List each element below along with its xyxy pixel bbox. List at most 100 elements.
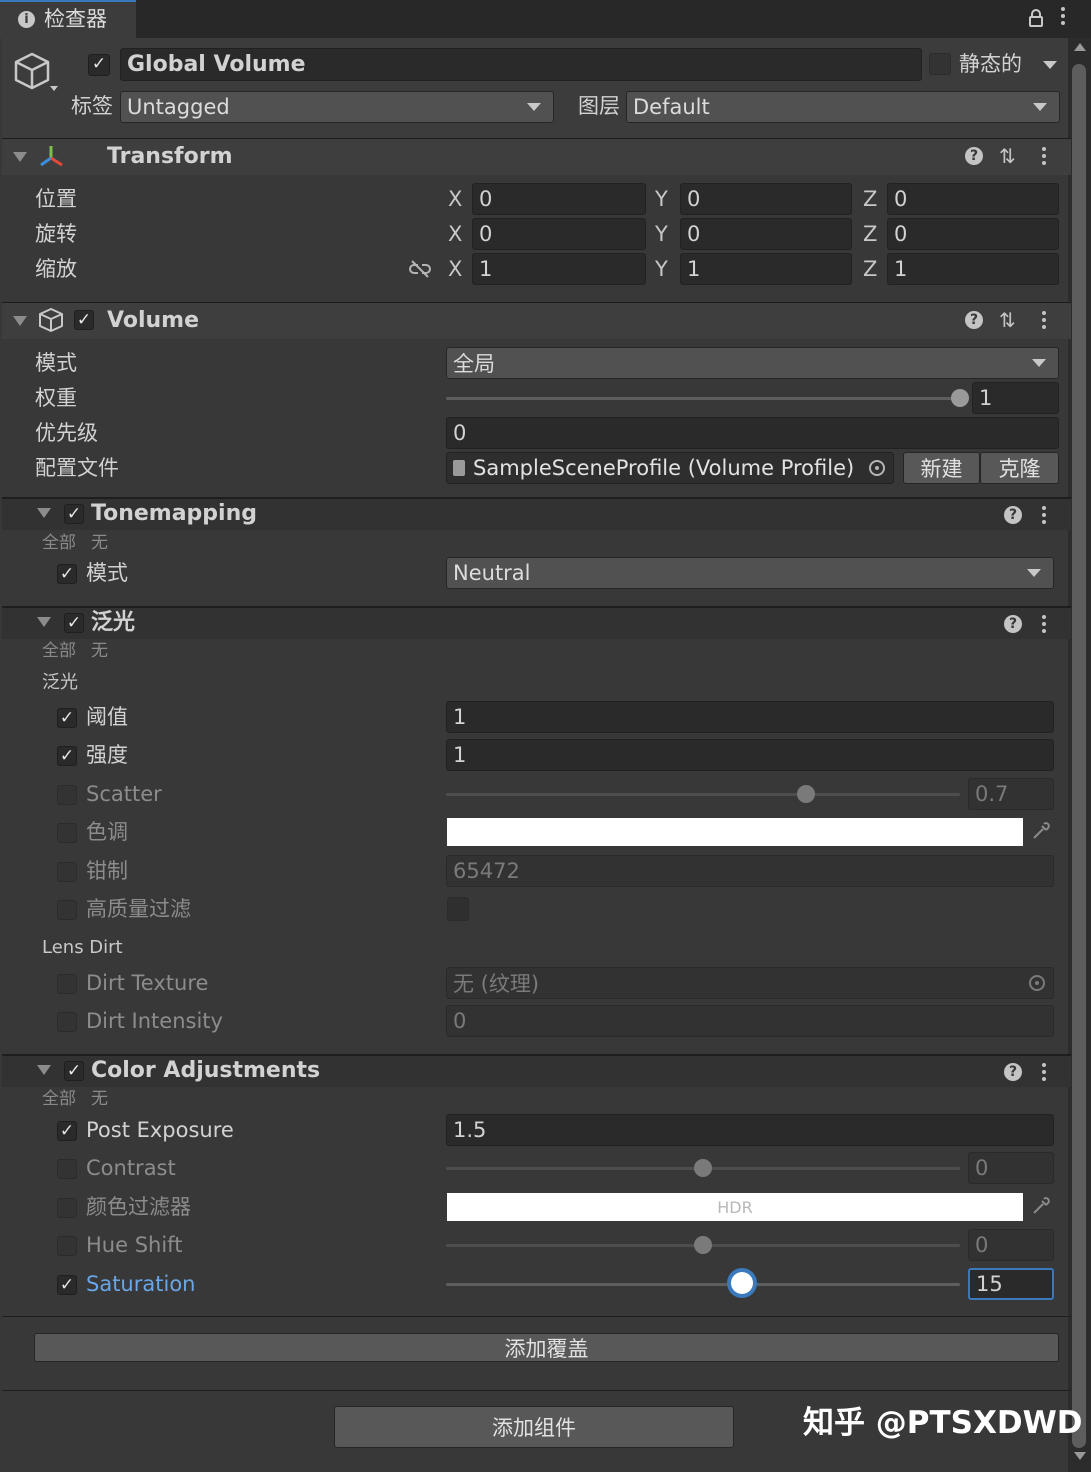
tonemapping-fold-icon[interactable] bbox=[37, 508, 51, 518]
scroll-down-icon[interactable] bbox=[1074, 1452, 1086, 1460]
threshold-field[interactable]: 1 bbox=[446, 701, 1054, 733]
add-override-button[interactable]: 添加覆盖 bbox=[34, 1333, 1059, 1362]
help-icon[interactable]: ? bbox=[965, 147, 983, 165]
static-checkbox[interactable] bbox=[929, 53, 951, 75]
dirt-texture-field[interactable]: 无 (纹理) bbox=[446, 967, 1054, 999]
contrast-slider-knob[interactable] bbox=[694, 1159, 712, 1177]
saturation-checkbox[interactable]: ✓ bbox=[57, 1275, 77, 1295]
color-adjustments-fold-icon[interactable] bbox=[37, 1065, 51, 1075]
volume-mode-dropdown[interactable]: 全局 bbox=[446, 347, 1059, 379]
post-exposure-checkbox[interactable]: ✓ bbox=[57, 1121, 77, 1141]
help-icon[interactable]: ? bbox=[1004, 506, 1022, 524]
override-menu-icon[interactable] bbox=[1042, 615, 1046, 636]
weight-slider-track[interactable] bbox=[446, 397, 960, 400]
object-picker-icon[interactable] bbox=[869, 460, 885, 476]
object-picker-icon[interactable] bbox=[1029, 975, 1045, 991]
tag-dropdown[interactable]: Untagged bbox=[120, 91, 554, 123]
intensity-field[interactable]: 1 bbox=[446, 739, 1054, 771]
volume-enabled-checkbox[interactable]: ✓ bbox=[74, 310, 94, 330]
rotation-z-field[interactable]: 0 bbox=[887, 218, 1059, 250]
profile-field[interactable]: SampleSceneProfile (Volume Profile) bbox=[446, 452, 894, 484]
scatter-checkbox[interactable] bbox=[57, 785, 77, 805]
hue-shift-checkbox[interactable] bbox=[57, 1236, 77, 1256]
static-dropdown-arrow[interactable] bbox=[1043, 61, 1057, 69]
color-filter-swatch[interactable]: HDR bbox=[447, 1193, 1023, 1221]
scale-x-field[interactable]: 1 bbox=[472, 253, 646, 285]
saturation-slider-knob[interactable] bbox=[730, 1272, 753, 1294]
new-profile-button[interactable]: 新建 bbox=[903, 452, 980, 484]
bloom-header[interactable] bbox=[2, 607, 1071, 639]
clamp-field[interactable]: 65472 bbox=[446, 855, 1054, 887]
hue-shift-slider-knob[interactable] bbox=[694, 1236, 712, 1254]
clone-profile-button[interactable]: 克隆 bbox=[980, 452, 1059, 484]
scale-y-field[interactable]: 1 bbox=[680, 253, 852, 285]
position-x-field[interactable]: 0 bbox=[472, 183, 646, 215]
eyedropper-icon[interactable] bbox=[1030, 1195, 1052, 1222]
scrollbar[interactable] bbox=[1068, 38, 1091, 1472]
bloom-fold-icon[interactable] bbox=[37, 617, 51, 627]
scrollbar-thumb[interactable] bbox=[1072, 64, 1086, 1448]
component-menu-icon[interactable] bbox=[1042, 147, 1046, 168]
bloom-all-link[interactable]: 全部 bbox=[42, 643, 76, 660]
preset-icon[interactable]: ⇅ bbox=[999, 146, 1016, 166]
tab-menu-icon[interactable] bbox=[1061, 7, 1065, 28]
component-menu-icon[interactable] bbox=[1042, 311, 1046, 332]
layer-dropdown[interactable]: Default bbox=[626, 91, 1060, 123]
preset-icon[interactable]: ⇅ bbox=[999, 310, 1016, 330]
bloom-enabled-checkbox[interactable]: ✓ bbox=[64, 613, 84, 633]
position-y-field[interactable]: 0 bbox=[680, 183, 852, 215]
tab-inspector[interactable]: i 检查器 bbox=[0, 0, 136, 38]
bloom-none-link[interactable]: 无 bbox=[91, 643, 108, 660]
color-adjustments-all-link[interactable]: 全部 bbox=[42, 1091, 76, 1108]
tint-color-swatch[interactable] bbox=[447, 818, 1023, 846]
threshold-checkbox[interactable]: ✓ bbox=[57, 708, 77, 728]
priority-field[interactable]: 0 bbox=[446, 417, 1059, 449]
scatter-slider-knob[interactable] bbox=[796, 785, 815, 803]
contrast-checkbox[interactable] bbox=[57, 1159, 77, 1179]
object-active-checkbox[interactable]: ✓ bbox=[88, 54, 110, 76]
dirt-texture-checkbox[interactable] bbox=[57, 974, 77, 994]
help-icon[interactable]: ? bbox=[1004, 615, 1022, 633]
hue-shift-field[interactable]: 0 bbox=[968, 1229, 1054, 1261]
object-name-field[interactable]: Global Volume bbox=[120, 48, 922, 81]
hq-filtering-checkbox[interactable] bbox=[57, 900, 77, 920]
rotation-y-field[interactable]: 0 bbox=[680, 218, 852, 250]
rotation-x-field[interactable]: 0 bbox=[472, 218, 646, 250]
link-scale-icon[interactable] bbox=[409, 259, 431, 283]
contrast-field[interactable]: 0 bbox=[968, 1152, 1054, 1184]
dirt-intensity-checkbox[interactable] bbox=[57, 1012, 77, 1032]
tonemapping-mode-dropdown[interactable]: Neutral bbox=[446, 557, 1054, 589]
help-icon[interactable]: ? bbox=[1004, 1063, 1022, 1081]
hq-filtering-toggle[interactable] bbox=[447, 897, 469, 921]
tonemapping-enabled-checkbox[interactable]: ✓ bbox=[64, 504, 84, 524]
lock-icon[interactable] bbox=[1029, 8, 1043, 28]
new-button-label: 新建 bbox=[920, 457, 963, 481]
tint-checkbox[interactable] bbox=[57, 823, 77, 843]
tonemapping-all-link[interactable]: 全部 bbox=[42, 535, 76, 552]
weight-slider-knob[interactable] bbox=[951, 389, 969, 407]
scroll-up-icon[interactable] bbox=[1074, 43, 1086, 51]
help-icon[interactable]: ? bbox=[965, 311, 983, 329]
scatter-slider-track[interactable] bbox=[446, 793, 960, 796]
volume-fold-icon[interactable] bbox=[13, 316, 27, 326]
position-z-field[interactable]: 0 bbox=[887, 183, 1059, 215]
saturation-slider-track[interactable] bbox=[446, 1283, 960, 1286]
override-menu-icon[interactable] bbox=[1042, 506, 1046, 527]
scatter-field[interactable]: 0.7 bbox=[968, 778, 1054, 810]
color-filter-checkbox[interactable] bbox=[57, 1198, 77, 1218]
intensity-checkbox[interactable]: ✓ bbox=[57, 746, 77, 766]
weight-field[interactable]: 1 bbox=[972, 382, 1059, 414]
post-exposure-field[interactable]: 1.5 bbox=[446, 1114, 1054, 1146]
override-menu-icon[interactable] bbox=[1042, 1063, 1046, 1084]
dirt-intensity-field[interactable]: 0 bbox=[446, 1005, 1054, 1037]
clamp-checkbox[interactable] bbox=[57, 862, 77, 882]
color-adjustments-none-link[interactable]: 无 bbox=[91, 1091, 108, 1108]
scale-z-field[interactable]: 1 bbox=[887, 253, 1059, 285]
eyedropper-icon[interactable] bbox=[1030, 820, 1052, 847]
tonemapping-mode-checkbox[interactable]: ✓ bbox=[57, 564, 77, 584]
transform-fold-icon[interactable] bbox=[13, 152, 27, 162]
saturation-field[interactable]: 15 bbox=[968, 1268, 1054, 1300]
color-adjustments-enabled-checkbox[interactable]: ✓ bbox=[64, 1061, 84, 1081]
tonemapping-none-link[interactable]: 无 bbox=[91, 535, 108, 552]
add-component-button[interactable]: 添加组件 bbox=[334, 1406, 734, 1448]
